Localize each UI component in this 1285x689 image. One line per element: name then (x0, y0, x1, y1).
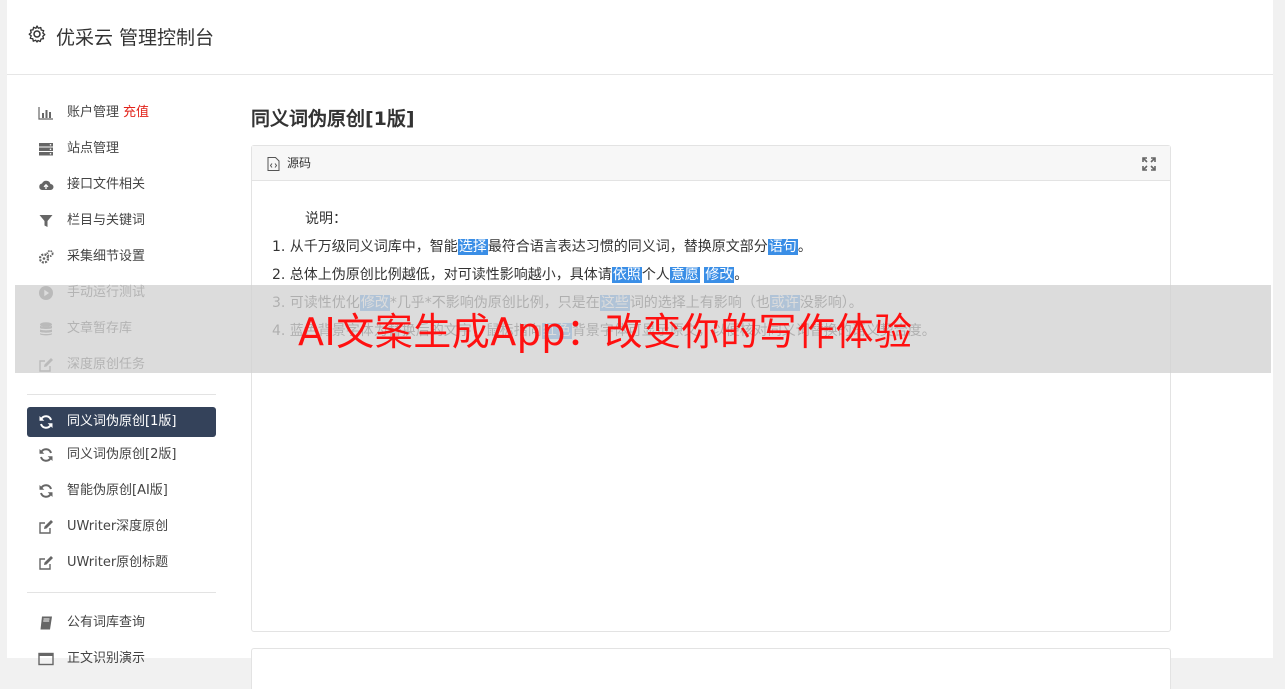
console-title: 优采云 管理控制台 (56, 27, 215, 49)
gear-icon (28, 25, 46, 43)
text-line: 1. 从千万级同义词库中，智能选择最符合语言表达习惯的同义词，替换原文部分语句。 (272, 233, 1150, 261)
recharge-link[interactable]: 充值 (123, 105, 149, 120)
sidebar-item[interactable]: 站点管理 (27, 131, 216, 167)
sidebar-item-label: 智能伪原创[AI版] (67, 483, 168, 498)
sidebar-item[interactable]: 智能伪原创[AI版] (27, 473, 216, 509)
intro-line: 说明： (305, 211, 347, 227)
replaced-word[interactable]: 语句 (767, 239, 798, 255)
sidebar-divider (27, 592, 216, 593)
replaced-word[interactable]: 依照 (611, 267, 642, 283)
sidebar-divider (27, 394, 216, 395)
text-segment: 。 (734, 267, 749, 283)
book-icon (38, 615, 54, 631)
refresh-icon (38, 483, 54, 499)
replaced-word[interactable]: 修改 (704, 267, 735, 283)
sidebar-item-label: 同义词伪原创[1版] (67, 414, 177, 429)
sidebar-item[interactable]: 账户管理 充值 (27, 95, 216, 131)
sidebar-item[interactable]: 正文识别演示 (27, 641, 216, 677)
sidebar: 账户管理充值站点管理接口文件相关栏目与关键词采集细节设置手动运行测试文章暂存库深… (27, 95, 216, 677)
replaced-word[interactable]: 意愿 (669, 267, 700, 283)
gears-icon (38, 249, 54, 265)
sidebar-item-label: 站点管理 (67, 141, 120, 156)
sidebar-item-label: 栏目与关键词 (67, 213, 146, 228)
cloud-upload-icon (38, 177, 54, 193)
sidebar-item-label: 公有词库查询 (67, 615, 146, 630)
sidebar-item[interactable]: UWriter深度原创 (27, 509, 216, 545)
refresh-icon (38, 447, 54, 463)
sidebar-item[interactable]: UWriter原创标题 (27, 545, 216, 581)
sidebar-item-label: 正文识别演示 (67, 651, 146, 666)
sidebar-item-label: UWriter深度原创 (67, 519, 169, 534)
text-segment: 个人 (641, 267, 670, 283)
sidebar-item-label: UWriter原创标题 (67, 555, 169, 570)
content-area: 同义词伪原创[1版] 源码 说明： 1. 从千万级同义词库中，智能选择最符合语言… (251, 105, 1171, 689)
sidebar-item[interactable]: 采集细节设置 (27, 239, 216, 275)
file-code-icon (267, 157, 280, 171)
text-segment: 最符合语言表达习惯的同义词，替换原文部分 (487, 239, 768, 255)
sidebar-item-label: 接口文件相关 (67, 177, 146, 192)
filter-icon (38, 213, 54, 229)
panel-title: 源码 (287, 156, 312, 170)
overlay-text: AI文案生成App：改变你的写作体验 (298, 310, 913, 354)
expand-icon[interactable] (1142, 157, 1156, 171)
edit-icon (38, 555, 54, 571)
bar-chart-icon (38, 105, 54, 121)
window-icon (38, 651, 54, 667)
edit-icon (38, 519, 54, 535)
sidebar-group-tools: 公有词库查询 正文识别演示 (27, 605, 216, 677)
sidebar-item[interactable]: 同义词伪原创[2版] (27, 437, 216, 473)
sidebar-item-label: 账户管理 (67, 105, 120, 120)
sidebar-item[interactable]: 栏目与关键词 (27, 203, 216, 239)
sidebar-group-rewrite: 同义词伪原创[1版] 同义词伪原创[2版] 智能伪原创[AI版] UWriter深度原… (27, 407, 216, 581)
source-panel: 源码 说明： 1. 从千万级同义词库中，智能选择最符合语言表达习惯的同义词，替换… (251, 145, 1171, 632)
result-panel (251, 648, 1171, 689)
refresh-icon (38, 414, 54, 430)
sidebar-item[interactable]: 接口文件相关 (27, 167, 216, 203)
sidebar-item-label: 采集细节设置 (67, 249, 146, 264)
sidebar-item-label: 同义词伪原创[2版] (67, 447, 177, 462)
app-header: 优采云 管理控制台 (7, 0, 1273, 75)
text-segment: 。 (797, 239, 812, 255)
sidebar-item[interactable]: 同义词伪原创[1版] (27, 407, 216, 437)
replaced-word[interactable]: 选择 (457, 239, 488, 255)
text-segment: 2. 总体上伪原创比例越低，对可读性影响越小，具体请 (272, 267, 612, 283)
sidebar-item[interactable]: 公有词库查询 (27, 605, 216, 641)
page-title: 同义词伪原创[1版] (251, 108, 415, 130)
server-icon (38, 141, 54, 157)
panel-header: 源码 (252, 146, 1170, 181)
text-segment: 1. 从千万级同义词库中，智能 (272, 239, 458, 255)
